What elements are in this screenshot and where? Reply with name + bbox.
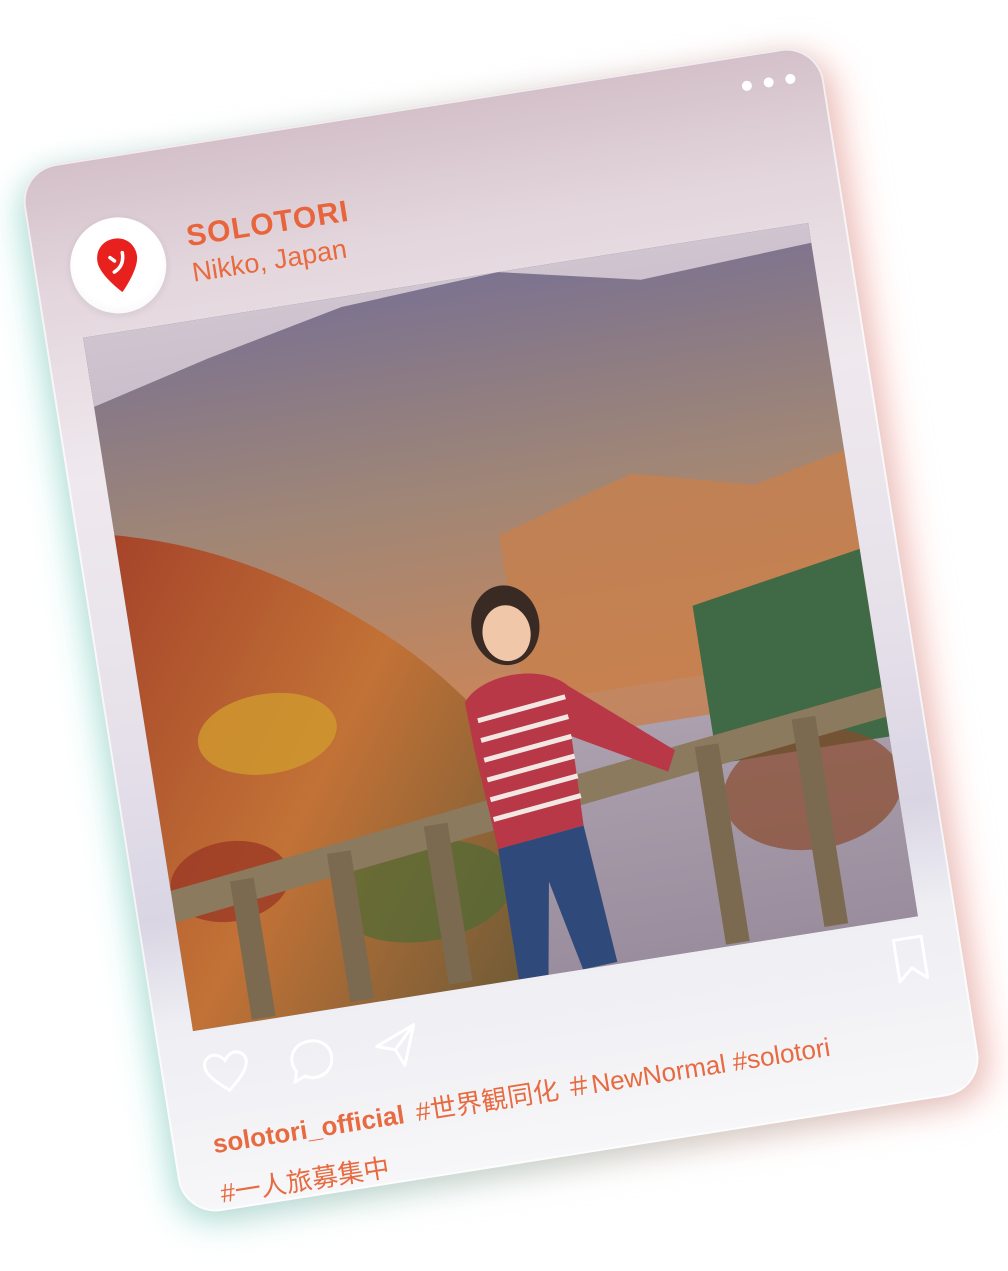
autumn-mountain-photo [83,222,918,1032]
post-card: SOLOTORI Nikko, Japan solotori_official#… [18,43,984,1217]
post-actions [198,1018,425,1102]
avatar[interactable] [63,210,174,321]
dot [784,73,797,85]
location-pin-icon [97,238,137,293]
send-icon[interactable] [368,1018,425,1075]
more-dots-icon[interactable] [741,73,797,92]
stage: SOLOTORI Nikko, Japan solotori_official#… [0,0,1008,1271]
header-text: SOLOTORI Nikko, Japan [184,194,357,288]
bookmark-icon[interactable] [887,931,934,987]
dot [741,80,753,92]
post-header: SOLOTORI Nikko, Japan [63,181,359,321]
heart-icon[interactable] [198,1045,255,1102]
dot [762,76,775,89]
comment-bubble-icon[interactable] [283,1031,340,1088]
post-photo[interactable] [83,222,918,1032]
